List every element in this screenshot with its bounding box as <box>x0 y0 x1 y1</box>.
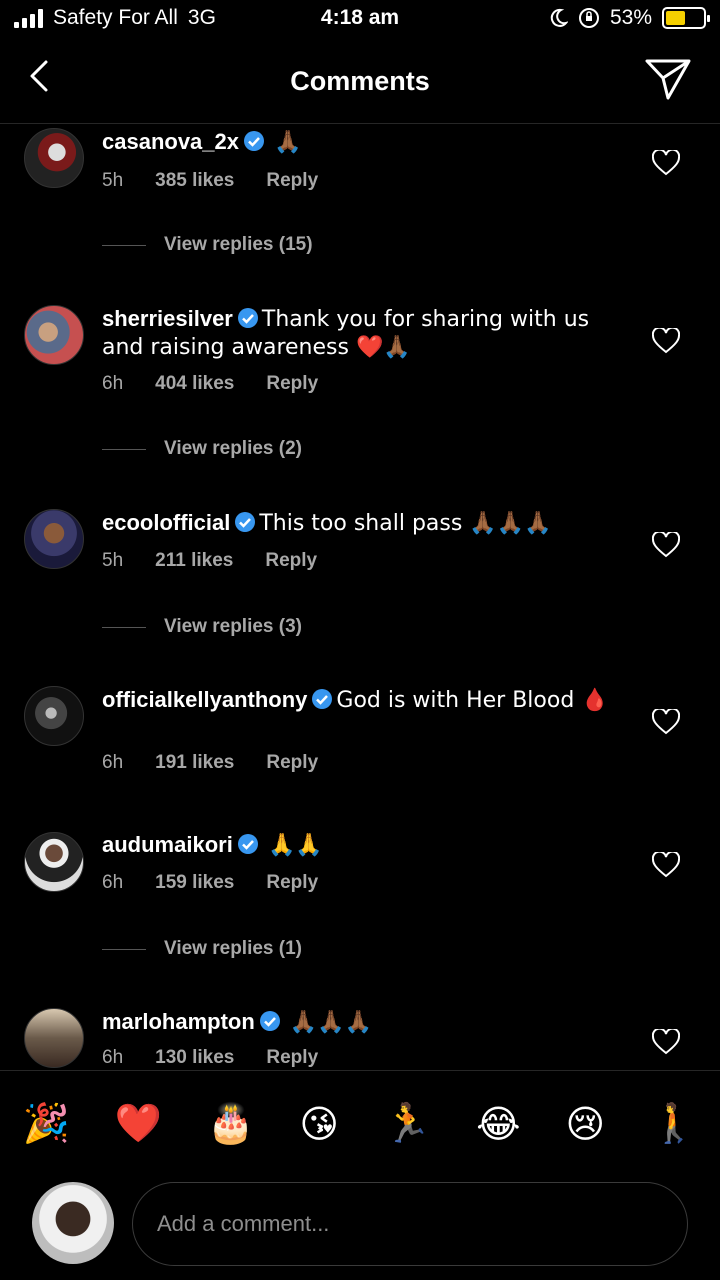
comment-meta: 5h 211 likes Reply <box>102 550 317 572</box>
replies-divider <box>102 244 146 246</box>
comment-username[interactable]: officialkellyanthony <box>102 687 307 712</box>
verified-badge-icon <box>235 512 256 532</box>
emoji-kissing-face[interactable]: 😘 <box>299 1102 339 1146</box>
heart-icon[interactable] <box>652 1029 680 1055</box>
header: Comments <box>0 40 720 124</box>
heart-icon[interactable] <box>652 709 680 735</box>
comment-time: 5h <box>102 550 124 571</box>
reply-button[interactable]: Reply <box>266 170 318 192</box>
comment-body: casanova_2x 🙏🏾 <box>102 128 622 156</box>
heart-icon[interactable] <box>652 852 680 878</box>
status-bar: Safety For All 3G 4:18 am 53% <box>0 0 720 40</box>
comment-composer: Add a comment... <box>0 1176 720 1280</box>
comment-body: audumaikori 🙏🙏 <box>102 831 622 859</box>
heart-icon[interactable] <box>652 328 680 354</box>
comment-input-placeholder: Add a comment... <box>157 1211 330 1236</box>
comment-text: 🙏🏾🙏🏾🙏🏾 <box>289 1010 373 1035</box>
comment-body: ecoolofficial This too shall pass 🙏🏾🙏🏾🙏🏾 <box>102 509 622 537</box>
view-replies-label: View replies (15) <box>164 234 313 255</box>
emoji-runner[interactable]: 🏃 <box>384 1101 431 1146</box>
comment-meta: 6h 191 likes Reply <box>102 752 318 774</box>
emoji-crying-face[interactable]: 😢 <box>566 1102 606 1146</box>
comment-likes[interactable]: 130 likes <box>155 1047 234 1069</box>
avatar[interactable] <box>24 305 84 365</box>
view-replies-label: View replies (1) <box>164 938 302 959</box>
comment-time: 6h <box>102 752 124 773</box>
comment-username[interactable]: audumaikori <box>102 832 233 857</box>
page-title: Comments <box>290 66 430 96</box>
comment-meta: 6h 130 likes Reply <box>102 1047 318 1069</box>
comment-meta: 6h 404 likes Reply <box>102 373 318 395</box>
comment-text: 🙏🙏 <box>267 833 323 858</box>
comment-body: sherriesilver Thank you for sharing with … <box>102 305 622 361</box>
emoji-tears-of-joy[interactable]: 😂 <box>476 1102 520 1146</box>
moon-icon <box>550 8 568 27</box>
reply-button[interactable]: Reply <box>265 550 317 572</box>
comment-time: 5h <box>102 170 124 191</box>
emoji-party-popper[interactable]: 🎉 <box>22 1101 69 1146</box>
avatar[interactable] <box>24 509 84 569</box>
battery-percent: 53% <box>609 6 652 29</box>
avatar[interactable] <box>24 832 84 892</box>
heart-icon[interactable] <box>652 150 680 176</box>
avatar[interactable] <box>24 1008 84 1068</box>
comment-text: This too shall pass 🙏🏾🙏🏾🙏🏾 <box>259 511 552 536</box>
replies-divider <box>102 626 146 628</box>
user-avatar <box>32 1182 114 1264</box>
view-replies-label: View replies (2) <box>164 438 302 459</box>
battery-icon <box>662 7 710 29</box>
orientation-lock-icon <box>578 8 599 28</box>
comment-body: officialkellyanthony God is with Her Bloo… <box>102 686 622 714</box>
comment-username[interactable]: casanova_2x <box>102 129 239 154</box>
comment-text: God is with Her Blood 🩸 <box>336 688 609 713</box>
comment-likes[interactable]: 404 likes <box>155 373 234 395</box>
reply-button[interactable]: Reply <box>266 752 318 774</box>
comments-list[interactable]: casanova_2x 🙏🏾 5h 385 likes Reply View r… <box>0 124 720 1070</box>
view-replies-button[interactable]: View replies (2) <box>102 438 302 460</box>
verified-badge-icon <box>237 308 258 328</box>
emoji-red-heart[interactable]: ❤️ <box>115 1101 162 1146</box>
reply-button[interactable]: Reply <box>266 373 318 395</box>
emoji-birthday-cake[interactable]: 🎂 <box>207 1101 254 1146</box>
emoji-quick-bar: 🎉 ❤️ 🎂 😘 🏃 😂 😢 🚶 <box>0 1070 720 1176</box>
reply-button[interactable]: Reply <box>266 872 318 894</box>
comment-likes[interactable]: 385 likes <box>155 170 234 192</box>
replies-divider <box>102 448 146 450</box>
comment-meta: 6h 159 likes Reply <box>102 872 318 894</box>
comment-username[interactable]: marlohampton <box>102 1009 255 1034</box>
reply-button[interactable]: Reply <box>266 1047 318 1069</box>
verified-badge-icon <box>237 834 258 854</box>
view-replies-label: View replies (3) <box>164 616 302 637</box>
comment-body: marlohampton 🙏🏾🙏🏾🙏🏾 <box>102 1008 622 1036</box>
comment-likes[interactable]: 159 likes <box>155 872 234 894</box>
emoji-walker[interactable]: 🚶 <box>650 1101 697 1146</box>
heart-icon[interactable] <box>652 532 680 558</box>
comment-likes[interactable]: 211 likes <box>155 550 233 572</box>
comment-meta: 5h 385 likes Reply <box>102 170 318 192</box>
view-replies-button[interactable]: View replies (3) <box>102 616 302 638</box>
comment-likes[interactable]: 191 likes <box>155 752 234 774</box>
comment-text: 🙏🏾 <box>274 130 302 155</box>
comment-input[interactable]: Add a comment... <box>132 1182 688 1266</box>
status-right: 53% <box>548 6 710 30</box>
avatar[interactable] <box>24 128 84 188</box>
send-icon[interactable] <box>644 56 692 102</box>
view-replies-button[interactable]: View replies (15) <box>102 234 313 256</box>
comment-time: 6h <box>102 872 124 893</box>
comment-time: 6h <box>102 373 124 394</box>
view-replies-button[interactable]: View replies (1) <box>102 938 302 960</box>
verified-badge-icon <box>259 1011 280 1031</box>
replies-divider <box>102 948 146 950</box>
verified-badge-icon <box>244 131 264 151</box>
comment-time: 6h <box>102 1047 124 1068</box>
comment-username[interactable]: ecoolofficial <box>102 510 230 535</box>
avatar[interactable] <box>24 686 84 746</box>
verified-badge-icon <box>312 689 333 709</box>
comment-username[interactable]: sherriesilver <box>102 306 233 331</box>
